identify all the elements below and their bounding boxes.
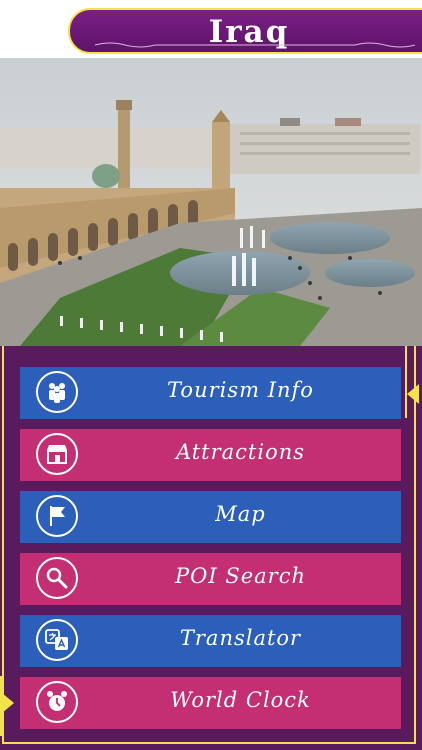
- poi-search-label: POI Search: [175, 564, 306, 588]
- flag-icon: [36, 495, 78, 537]
- world-clock-label: World Clock: [170, 688, 311, 712]
- header-banner: Iraq: [68, 8, 422, 54]
- world-clock-button[interactable]: World Clock: [20, 677, 401, 729]
- translator-label: Translator: [179, 626, 302, 650]
- map-label: Map: [215, 502, 266, 526]
- hero-photo: [0, 58, 422, 346]
- attractions-button[interactable]: Attractions: [20, 429, 401, 481]
- people-icon: [36, 371, 78, 413]
- storefront-icon: [36, 433, 78, 475]
- city-square-photo: [0, 58, 422, 346]
- translator-button[interactable]: Translator: [20, 615, 401, 667]
- attractions-label: Attractions: [175, 440, 306, 464]
- map-button[interactable]: Map: [20, 491, 401, 543]
- alarm-clock-icon: [36, 681, 78, 723]
- selection-pointer-right: [407, 384, 419, 404]
- accent-edge-right: [405, 346, 407, 418]
- selection-pointer-left: [2, 693, 14, 713]
- tourism-info-button[interactable]: Tourism Info: [20, 367, 401, 419]
- poi-search-button[interactable]: POI Search: [20, 553, 401, 605]
- tourism-info-label: Tourism Info: [167, 378, 314, 402]
- translate-icon: [36, 619, 78, 661]
- ornament-divider: [94, 42, 416, 48]
- magnifier-icon: [36, 557, 78, 599]
